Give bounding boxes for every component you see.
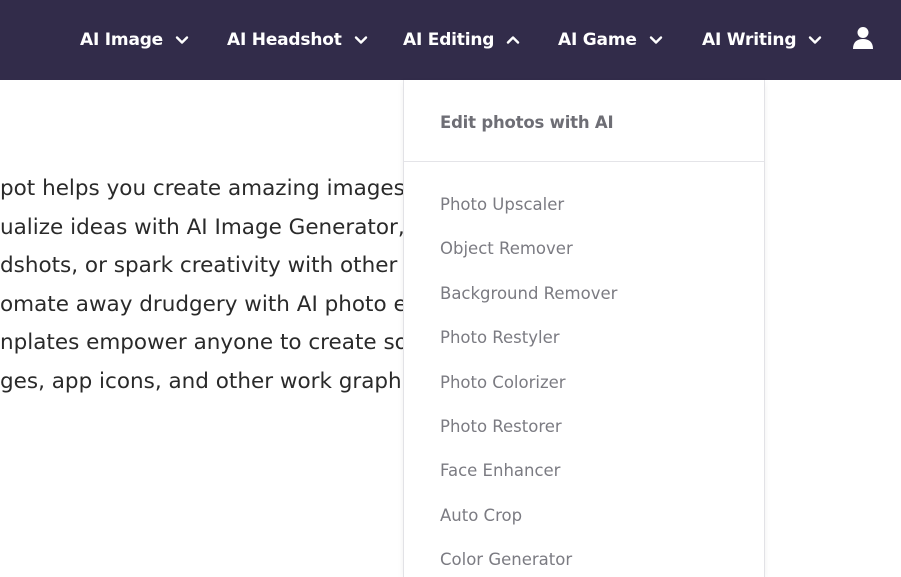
- chevron-down-icon: [649, 33, 663, 47]
- paragraph-line: nplates empower anyone to create social: [0, 330, 420, 356]
- menu-item-photo-restorer[interactable]: Photo Restorer: [440, 415, 617, 459]
- nav-item-label: AI Writing: [702, 30, 797, 50]
- ai-editing-dropdown-menu: Edit photos with AI Photo Upscaler Objec…: [403, 80, 765, 577]
- chevron-down-icon: [808, 33, 822, 47]
- paragraph-line: pot helps you create amazing images, gra: [0, 176, 420, 201]
- dropdown-header: Edit photos with AI: [440, 113, 614, 132]
- intro-paragraph: pot helps you create amazing images, gra…: [0, 170, 420, 402]
- nav-item-ai-editing[interactable]: AI Editing: [403, 0, 520, 80]
- nav-item-label: AI Editing: [403, 30, 495, 50]
- nav-item-ai-game[interactable]: AI Game: [558, 0, 663, 80]
- menu-item-photo-restyler[interactable]: Photo Restyler: [440, 326, 617, 370]
- top-navbar: AI Image AI Headshot AI Editing AI Game …: [0, 0, 901, 80]
- menu-item-photo-colorizer[interactable]: Photo Colorizer: [440, 371, 617, 415]
- menu-item-photo-upscaler[interactable]: Photo Upscaler: [440, 193, 617, 237]
- dropdown-list: Photo Upscaler Object Remover Background…: [440, 193, 617, 577]
- paragraph-line: dshots, or spark creativity with other p…: [0, 253, 420, 279]
- chevron-up-icon: [506, 33, 520, 47]
- menu-item-background-remover[interactable]: Background Remover: [440, 282, 617, 326]
- nav-item-ai-writing[interactable]: AI Writing: [702, 0, 822, 80]
- nav-item-label: AI Image: [80, 30, 164, 50]
- menu-item-auto-crop[interactable]: Auto Crop: [440, 504, 617, 548]
- menu-item-color-generator[interactable]: Color Generator: [440, 548, 617, 577]
- menu-item-object-remover[interactable]: Object Remover: [440, 237, 617, 281]
- nav-item-label: AI Headshot: [227, 30, 342, 50]
- nav-item-ai-image[interactable]: AI Image: [80, 0, 189, 80]
- nav-item-label: AI Game: [558, 30, 637, 50]
- nav-item-ai-headshot[interactable]: AI Headshot: [227, 0, 368, 80]
- dropdown-divider: [404, 161, 764, 162]
- menu-item-face-enhancer[interactable]: Face Enhancer: [440, 459, 617, 503]
- paragraph-line: ualize ideas with AI Image Generator, re…: [0, 214, 420, 240]
- chevron-down-icon: [175, 33, 189, 47]
- paragraph-line: omate away drudgery with AI photo editi: [0, 291, 420, 317]
- paragraph-line: ges, app icons, and other work graphics.: [0, 368, 420, 394]
- chevron-down-icon: [354, 33, 368, 47]
- user-icon[interactable]: [852, 26, 874, 50]
